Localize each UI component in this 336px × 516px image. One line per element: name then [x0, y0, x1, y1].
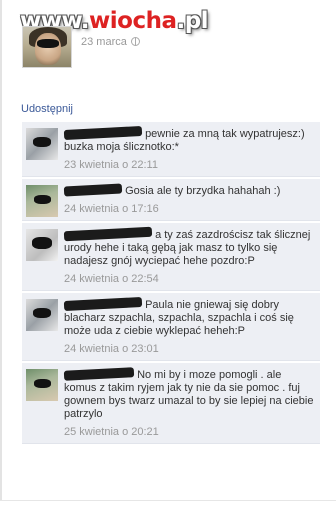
- censored-name: [63, 125, 143, 141]
- comment-avatar[interactable]: [26, 369, 58, 401]
- share-link[interactable]: Udostępnij: [21, 103, 73, 115]
- comment-item: a ty zaś zazdrościsz tak ślicznej urody …: [22, 223, 320, 291]
- comment-list: pewnie za mną tak wypatrujesz:) buzka mo…: [22, 122, 320, 444]
- comment-item: Paula nie gniewaj się dobry blacharz szp…: [22, 293, 320, 361]
- comment-time[interactable]: 25 kwietnia o 20:21: [64, 426, 314, 438]
- comment-avatar[interactable]: [26, 229, 58, 261]
- post-author-avatar[interactable]: [22, 26, 72, 68]
- watermark-accent: wiocha: [89, 8, 177, 34]
- comment-time[interactable]: 24 kwietnia o 22:54: [64, 273, 314, 285]
- censored-name: [63, 367, 135, 381]
- comment-author[interactable]: [63, 296, 143, 312]
- comment-author[interactable]: [63, 226, 153, 242]
- comment-author[interactable]: [63, 125, 143, 141]
- comment-item: pewnie za mną tak wypatrujesz:) buzka mo…: [22, 122, 320, 177]
- post-meta: 23 marca: [81, 36, 140, 48]
- comment-author[interactable]: [63, 367, 135, 382]
- globe-icon: [130, 37, 140, 46]
- watermark-suffix: .pl: [176, 8, 209, 34]
- comment-author[interactable]: [63, 183, 123, 198]
- censor-bar: [37, 39, 59, 48]
- bottom-border: [0, 500, 336, 501]
- comment-avatar[interactable]: [26, 299, 58, 331]
- comment-time[interactable]: 24 kwietnia o 17:16: [64, 203, 314, 215]
- censored-name: [63, 226, 153, 242]
- comment-item: Gosia ale ty brzydka hahahah :) 24 kwiet…: [22, 179, 320, 221]
- comment-avatar[interactable]: [26, 128, 58, 160]
- censored-name: [63, 296, 143, 312]
- comment-text: Gosia ale ty brzydka hahahah :): [125, 185, 281, 197]
- comment-avatar[interactable]: [26, 185, 58, 217]
- left-border: [0, 0, 2, 500]
- comment-time[interactable]: 24 kwietnia o 23:01: [64, 343, 314, 355]
- censored-name: [63, 183, 123, 197]
- comment-item: No mi by i moze pomogli . ale komus z ta…: [22, 363, 320, 444]
- comment-time[interactable]: 23 kwietnia o 22:11: [64, 159, 314, 171]
- post-date[interactable]: 23 marca: [81, 36, 127, 48]
